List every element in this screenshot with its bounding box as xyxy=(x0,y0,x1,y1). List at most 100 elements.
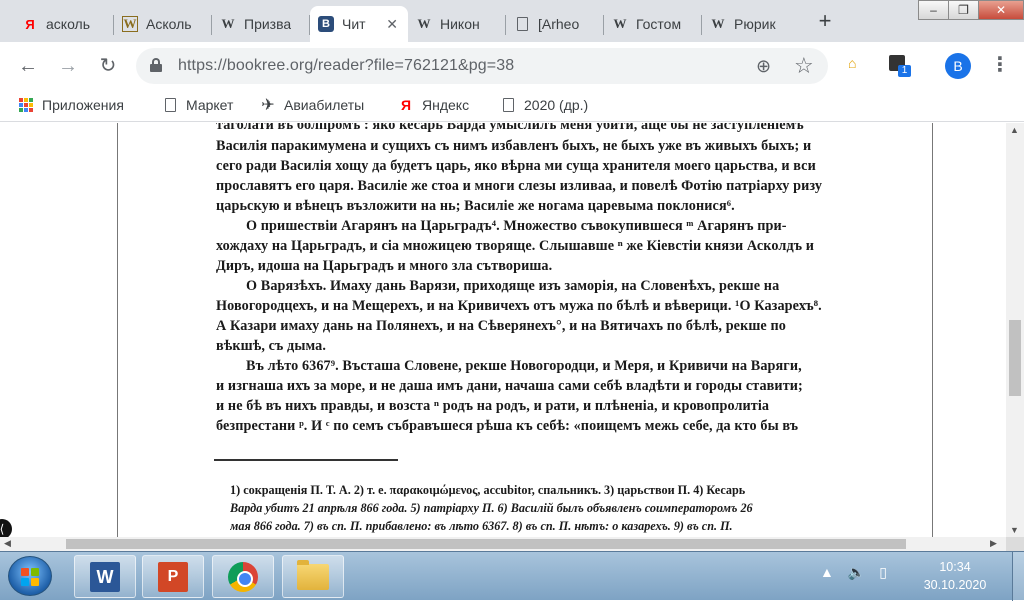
tab-6[interactable]: [Arheo xyxy=(506,6,604,42)
tab-3[interactable]: W Призва xyxy=(212,6,310,42)
close-window-button[interactable]: ✕ xyxy=(978,0,1024,20)
book-page: таголати въ болпромъ : яко кесарь Варда … xyxy=(117,123,933,537)
apps-icon xyxy=(18,97,34,113)
bookmark-label: Приложения xyxy=(42,97,124,113)
scrollbar-corner xyxy=(1006,537,1024,551)
bookmark-aviabilety[interactable]: ✈ Авиабилеты xyxy=(260,97,365,114)
system-tray: ▲ 🔈 ▯ xyxy=(820,564,887,581)
profile-avatar[interactable]: B xyxy=(945,53,971,79)
window-controls: – ❐ ✕ xyxy=(918,0,1024,22)
text-line: вѣкшѣ, съ дыма. xyxy=(216,338,327,354)
text-line: сего ради Василія хощу да будетъ царь, я… xyxy=(216,158,816,174)
vertical-scrollbar[interactable]: ▲ ▼ xyxy=(1006,123,1024,537)
text-line: О пришествіи Агарянъ на Царьградъ⁴. Множ… xyxy=(246,218,787,234)
scroll-down-arrow-icon[interactable]: ▼ xyxy=(1010,525,1019,535)
scroll-left-arrow-icon[interactable]: ◀ xyxy=(4,538,11,549)
tab-label: [Arheo xyxy=(538,16,580,32)
document-icon xyxy=(514,16,530,32)
lock-icon[interactable] xyxy=(150,58,162,72)
text-line: прославятъ его царя. Василіе же стоа и м… xyxy=(216,178,823,194)
text-line: Василія паракимумена и сущихъ съ нимъ из… xyxy=(216,138,812,154)
scroll-up-arrow-icon[interactable]: ▲ xyxy=(1010,125,1019,135)
yandex-icon: Я xyxy=(25,16,35,32)
new-tab-button[interactable]: + xyxy=(813,9,837,33)
word-icon: W xyxy=(90,561,120,592)
taskbar-chrome[interactable] xyxy=(212,555,274,598)
windows-logo-icon xyxy=(21,568,39,586)
reload-button[interactable]: ↻ xyxy=(96,54,120,78)
text-line: Диръ, идоша на Царьградъ и много зла сът… xyxy=(216,258,553,274)
wikipedia-icon: W xyxy=(613,16,627,31)
clock-time: 10:34 xyxy=(939,560,971,574)
bookmark-star-icon[interactable]: ☆ xyxy=(794,53,814,79)
maximize-button[interactable]: ❐ xyxy=(948,0,979,20)
bookree-icon: B xyxy=(318,16,334,32)
bookmark-market[interactable]: Маркет xyxy=(162,97,233,113)
text-line: царьскую и вѣнецъ възложити на нь; Васил… xyxy=(216,198,735,214)
text-line: и не бѣ въ нихъ правды, и возста ⁿ родъ … xyxy=(216,398,770,414)
start-button[interactable] xyxy=(8,556,52,596)
bookmark-2020[interactable]: 2020 (др.) xyxy=(500,97,588,113)
taskbar-explorer[interactable] xyxy=(282,555,344,598)
bookmark-label: Яндекс xyxy=(422,97,470,113)
address-bar[interactable]: https://bookree.org/reader?file=762121&p… xyxy=(136,48,828,84)
tray-expand-icon[interactable]: ▲ xyxy=(820,564,834,581)
minimize-button[interactable]: – xyxy=(918,0,949,20)
floating-reader-button[interactable]: ⟨ xyxy=(0,519,12,537)
tab-label: Призва xyxy=(244,16,292,32)
extension-home-icon[interactable]: ⌂ xyxy=(848,55,866,73)
tab-7[interactable]: W Гостом xyxy=(604,6,702,42)
bookmark-apps[interactable]: Приложения xyxy=(18,97,124,113)
footnote-line: Варда убитъ 21 апрѣля 866 года. 5) патрі… xyxy=(230,501,753,515)
clock-date: 30.10.2020 xyxy=(923,578,987,592)
forward-button[interactable]: → xyxy=(56,54,80,78)
text-line: Новогородцехъ, и на Мещерехъ, и на Криви… xyxy=(216,298,822,314)
wikipedia-icon: W xyxy=(417,16,431,31)
horizontal-scroll-thumb[interactable] xyxy=(66,539,906,549)
tab-label: Гостом xyxy=(636,16,682,32)
text-line: безпрестани ᵖ. И ᶜ по семъ събравъшеся р… xyxy=(216,418,799,434)
back-button[interactable]: ← xyxy=(16,54,40,78)
tab-5[interactable]: W Никон xyxy=(408,6,506,42)
menu-icon[interactable]: ⋮ xyxy=(990,52,1010,77)
page-icon xyxy=(162,97,178,113)
plane-icon: ✈ xyxy=(261,97,275,114)
tab-label: Чит xyxy=(342,16,366,32)
horizontal-scrollbar[interactable]: ◀ ▶ xyxy=(0,537,1006,551)
bookmark-label: Авиабилеты xyxy=(284,97,365,113)
tab-8[interactable]: W Рюрик xyxy=(702,6,800,42)
taskbar-word[interactable]: W xyxy=(74,555,136,598)
tab-label: Рюрик xyxy=(734,16,776,32)
show-desktop-button[interactable] xyxy=(1012,552,1024,601)
close-tab-icon[interactable]: ✕ xyxy=(386,16,398,33)
bookmark-label: Маркет xyxy=(186,97,234,113)
url-text[interactable]: https://bookree.org/reader?file=762121&p… xyxy=(178,57,514,75)
extension-badge: 1 xyxy=(898,65,911,77)
zoom-icon[interactable]: ⊕ xyxy=(756,56,771,77)
windows-taskbar: W P ▲ 🔈 ▯ 10:34 30.10.2020 xyxy=(0,551,1024,601)
vertical-scroll-thumb[interactable] xyxy=(1009,320,1021,396)
text-line: Въ лѣто 6367⁹. Въсташа Словене, рекше Но… xyxy=(246,358,802,374)
wikipedia-icon: W xyxy=(221,16,235,31)
wiki-icon: W xyxy=(122,16,138,32)
reader-viewport[interactable]: таголати въ болпромъ : яко кесарь Варда … xyxy=(0,123,1006,537)
bookmark-label: 2020 (др.) xyxy=(524,97,589,113)
text-line: таголати въ болпромъ : яко кесарь Варда … xyxy=(216,123,804,133)
tab-active-reader[interactable]: B Чит ✕ xyxy=(310,6,408,42)
bookmark-yandex[interactable]: Я Яндекс xyxy=(398,97,469,113)
text-line: хождаху на Царьградъ, и сіа множицею тво… xyxy=(216,238,815,254)
tab-label: асколь xyxy=(46,16,91,32)
volume-icon[interactable]: 🔈 xyxy=(848,564,865,581)
clock[interactable]: 10:34 30.10.2020 xyxy=(915,558,995,594)
network-icon[interactable]: ▯ xyxy=(879,564,887,581)
browser-toolbar: ← → ↻ https://bookree.org/reader?file=76… xyxy=(0,42,1024,90)
taskbar-powerpoint[interactable]: P xyxy=(142,555,204,598)
wikipedia-icon: W xyxy=(711,16,725,31)
scroll-right-arrow-icon[interactable]: ▶ xyxy=(990,538,997,549)
footnote-line: мая 866 года. 7) въ сп. П. прибавлено: в… xyxy=(230,519,733,533)
extension-cube-icon[interactable]: 1 xyxy=(888,54,911,77)
footnote-line: 1) сокращенія П. Т. А. 2) т. е. παρακοιμ… xyxy=(230,483,746,497)
tab-strip: Я асколь W Асколь W Призва B Чит ✕ W Ник… xyxy=(0,0,1024,42)
tab-1[interactable]: Я асколь xyxy=(14,6,114,42)
tab-2[interactable]: W Асколь xyxy=(114,6,212,42)
